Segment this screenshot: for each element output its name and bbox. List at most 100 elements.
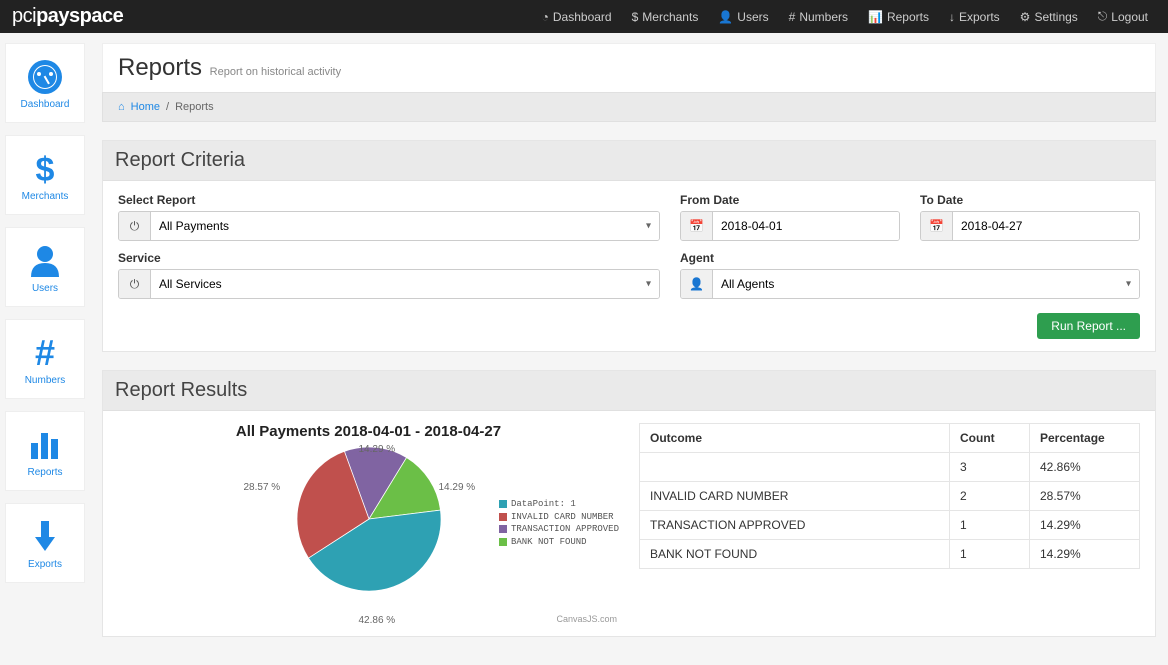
cell-count: 3 [950,453,1030,482]
criteria-heading: Report Criteria [103,141,1155,181]
col-percentage: Percentage [1030,424,1140,453]
sidebar-item-label: Numbers [25,375,66,386]
topnav-label: Logout [1111,10,1148,24]
pie-slice-label: 28.57 % [244,482,281,493]
run-report-button[interactable]: Run Report ... [1037,313,1140,339]
sidebar: Dashboard $ Merchants Users # Numbers Re… [0,33,90,665]
cell-pct: 28.57% [1030,482,1140,511]
sidebar-item-users[interactable]: Users [5,227,85,307]
main-content: Reports Report on historical activity ⌂ … [90,33,1168,665]
topnav-logout[interactable]: ⎋Logout [1090,1,1156,32]
sidebar-item-label: Merchants [22,191,69,202]
swatch-icon [499,538,507,546]
legend-label: INVALID CARD NUMBER [511,511,614,524]
sidebar-item-label: Reports [27,467,62,478]
cell-outcome: BANK NOT FOUND [640,540,950,569]
from-date-group: 📅 [680,211,900,241]
legend-label: DataPoint: 1 [511,498,576,511]
home-icon: ⌂ [118,101,125,113]
calendar-icon: 📅 [921,212,953,240]
sidebar-item-reports[interactable]: Reports [5,411,85,491]
topnav-exports[interactable]: ↓Exports [941,1,1008,32]
pie-slice-label: 14.29 % [359,444,396,455]
topnav-dashboard[interactable]: ◔ Dashboard [534,1,620,32]
sidebar-item-label: Users [32,283,58,294]
dollar-icon: $ [25,149,65,189]
results-heading: Report Results [103,371,1155,411]
topnav-numbers[interactable]: #Numbers [781,1,856,32]
topnav-settings[interactable]: ⚙Settings [1012,1,1086,32]
page-subtitle: Report on historical activity [210,66,341,78]
cell-outcome: TRANSACTION APPROVED [640,511,950,540]
cell-pct: 14.29% [1030,540,1140,569]
report-results-panel: Report Results All Payments 2018-04-01 -… [102,370,1156,637]
chart-title: All Payments 2018-04-01 - 2018-04-27 [118,423,619,440]
breadcrumb-current: Reports [175,101,214,113]
table-row: BANK NOT FOUND114.29% [640,540,1140,569]
to-date-input[interactable] [953,212,1139,240]
topnav-label: Reports [887,10,929,24]
agent-group: 👤 All Agents [680,269,1140,299]
cell-outcome: INVALID CARD NUMBER [640,482,950,511]
dashboard-icon [25,57,65,97]
from-date-input[interactable] [713,212,899,240]
page-header: Reports Report on historical activity [102,43,1156,92]
legend-label: BANK NOT FOUND [511,536,587,549]
pie-slice-label: 42.86 % [359,615,396,626]
topnav-users[interactable]: 👤 Users [710,1,776,32]
legend-item: DataPoint: 1 [499,498,619,511]
chart-credit: CanvasJS.com [556,614,617,624]
topnav-merchants[interactable]: $Merchants [624,1,707,32]
breadcrumb-home[interactable]: Home [131,101,160,113]
pie-chart: 14.29 % 14.29 % 42.86 % 28.57 % [204,444,534,624]
sidebar-item-exports[interactable]: Exports [5,503,85,583]
legend-label: TRANSACTION APPROVED [511,523,619,536]
table-row: INVALID CARD NUMBER228.57% [640,482,1140,511]
swatch-icon [499,500,507,508]
select-report-dropdown[interactable]: All Payments [151,212,659,240]
to-date-group: 📅 [920,211,1140,241]
pie-legend: DataPoint: 1 INVALID CARD NUMBER TRANSAC… [499,498,619,548]
power-icon: ⏻ [119,212,151,240]
download-icon [25,517,65,557]
cell-count: 2 [950,482,1030,511]
top-navigation: ◔ Dashboard $Merchants 👤 Users #Numbers 📊R… [534,1,1156,32]
bars-icon [25,425,65,465]
select-report-group: ⏻ All Payments [118,211,660,241]
topnav-label: Dashboard [553,10,612,24]
topnav-label: Users [737,10,768,24]
user-icon: 👤 [681,270,713,298]
agent-label: Agent [680,251,1140,265]
dollar-icon: $ [632,10,639,24]
agent-dropdown[interactable]: All Agents [713,270,1139,298]
cell-pct: 42.86% [1030,453,1140,482]
sidebar-item-label: Exports [28,559,62,570]
dashboard-icon: ◔ [542,10,549,24]
topnav-label: Numbers [799,10,848,24]
page-title: Reports [118,54,202,81]
sidebar-item-merchants[interactable]: $ Merchants [5,135,85,215]
brand-suffix: payspace [36,5,123,27]
topnav-reports[interactable]: 📊Reports [860,1,937,32]
swatch-icon [499,513,507,521]
service-dropdown[interactable]: All Services [151,270,659,298]
hash-icon: # [25,333,65,373]
svg-text:#: # [35,333,55,373]
col-outcome: Outcome [640,424,950,453]
brand-logo: pcipayspace [12,5,123,28]
pie-svg [294,444,444,594]
topnav-label: Merchants [642,10,698,24]
hash-icon: # [789,10,796,24]
logout-icon: ⎋ [1098,9,1108,24]
legend-item: INVALID CARD NUMBER [499,511,619,524]
legend-item: BANK NOT FOUND [499,536,619,549]
breadcrumb-separator: / [166,101,169,113]
sidebar-item-label: Dashboard [21,99,70,110]
topbar: pcipayspace ◔ Dashboard $Merchants 👤 Users… [0,0,1168,33]
table-header-row: Outcome Count Percentage [640,424,1140,453]
brand-prefix: pci [12,5,36,27]
col-count: Count [950,424,1030,453]
user-icon: 👤 [718,10,733,24]
sidebar-item-dashboard[interactable]: Dashboard [5,43,85,123]
sidebar-item-numbers[interactable]: # Numbers [5,319,85,399]
